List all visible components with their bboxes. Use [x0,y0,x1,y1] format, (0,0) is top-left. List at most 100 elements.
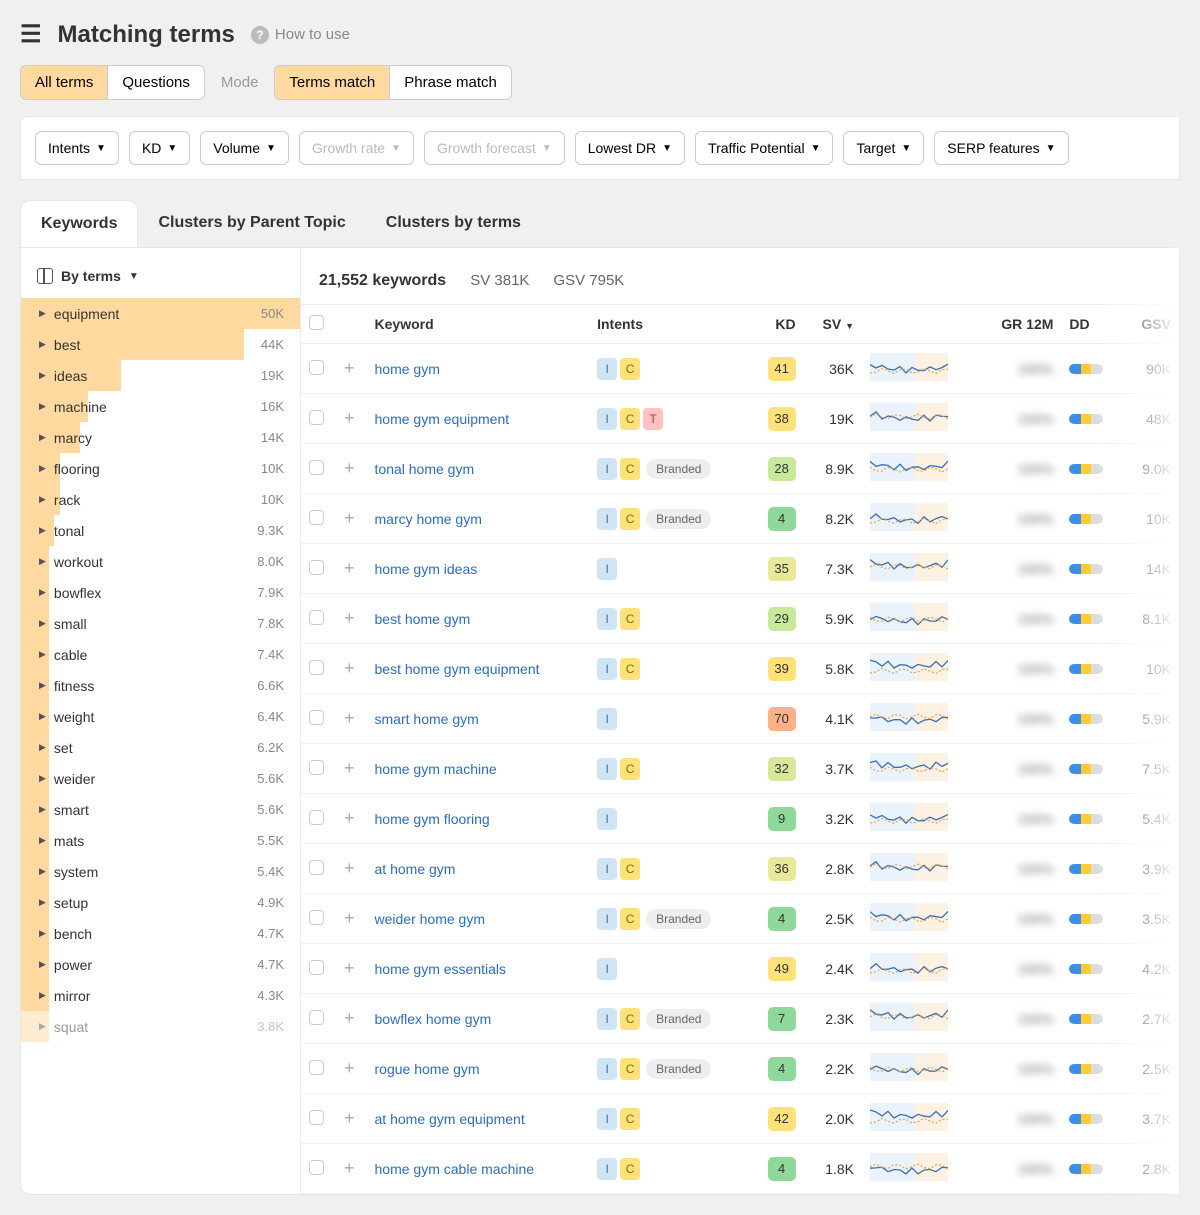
add-icon[interactable]: + [340,758,359,778]
filter-serp-features[interactable]: SERP features ▼ [934,131,1068,165]
filter-kd[interactable]: KD ▼ [129,131,190,165]
tab-clusters-by-terms[interactable]: Clusters by terms [366,200,541,247]
how-to-use-link[interactable]: ? How to use [251,26,350,44]
term-best[interactable]: ▶best44K [21,329,300,360]
keyword-link[interactable]: best home gym equipment [375,661,540,677]
row-checkbox[interactable] [309,660,324,675]
row-checkbox[interactable] [309,1010,324,1025]
add-icon[interactable]: + [340,458,359,478]
add-icon[interactable]: + [340,808,359,828]
term-fitness[interactable]: ▶fitness6.6K [21,670,300,701]
add-icon[interactable]: + [340,1158,359,1178]
phrase-match-tab[interactable]: Phrase match [390,66,511,99]
add-icon[interactable]: + [340,708,359,728]
filter-volume[interactable]: Volume ▼ [200,131,289,165]
row-checkbox[interactable] [309,1060,324,1075]
row-checkbox[interactable] [309,510,324,525]
row-checkbox[interactable] [309,560,324,575]
term-machine[interactable]: ▶machine16K [21,391,300,422]
add-icon[interactable]: + [340,1008,359,1028]
filter-target[interactable]: Target ▼ [843,131,924,165]
col-keyword[interactable]: Keyword [367,305,590,344]
menu-icon[interactable]: ☰ [20,20,42,49]
keyword-link[interactable]: weider home gym [375,911,486,927]
filter-growth-rate[interactable]: Growth rate ▼ [299,131,414,165]
add-icon[interactable]: + [340,858,359,878]
row-checkbox[interactable] [309,360,324,375]
keyword-link[interactable]: best home gym [375,611,471,627]
term-system[interactable]: ▶system5.4K [21,856,300,887]
questions-tab[interactable]: Questions [108,66,204,99]
term-ideas[interactable]: ▶ideas19K [21,360,300,391]
term-power[interactable]: ▶power4.7K [21,949,300,980]
row-checkbox[interactable] [309,810,324,825]
terms-match-tab[interactable]: Terms match [275,66,390,99]
keyword-link[interactable]: home gym cable machine [375,1161,535,1177]
term-tonal[interactable]: ▶tonal9.3K [21,515,300,546]
term-bowflex[interactable]: ▶bowflex7.9K [21,577,300,608]
filter-intents[interactable]: Intents ▼ [35,131,119,165]
term-mirror[interactable]: ▶mirror4.3K [21,980,300,1011]
keyword-link[interactable]: tonal home gym [375,461,475,477]
filter-traffic-potential[interactable]: Traffic Potential ▼ [695,131,833,165]
col-dd[interactable]: DD [1061,305,1122,344]
keyword-link[interactable]: smart home gym [375,711,479,727]
add-icon[interactable]: + [340,658,359,678]
keyword-link[interactable]: at home gym [375,861,456,877]
row-checkbox[interactable] [309,760,324,775]
add-icon[interactable]: + [340,1108,359,1128]
add-icon[interactable]: + [340,508,359,528]
term-rack[interactable]: ▶rack10K [21,484,300,515]
keyword-link[interactable]: home gym [375,361,440,377]
term-weight[interactable]: ▶weight6.4K [21,701,300,732]
term-weider[interactable]: ▶weider5.6K [21,763,300,794]
add-icon[interactable]: + [340,358,359,378]
row-checkbox[interactable] [309,910,324,925]
keyword-link[interactable]: home gym equipment [375,411,510,427]
row-checkbox[interactable] [309,460,324,475]
row-checkbox[interactable] [309,710,324,725]
col-kd[interactable]: KD [749,305,803,344]
keyword-link[interactable]: home gym essentials [375,961,507,977]
col-intents[interactable]: Intents [589,305,749,344]
term-mats[interactable]: ▶mats5.5K [21,825,300,856]
term-small[interactable]: ▶small7.8K [21,608,300,639]
term-flooring[interactable]: ▶flooring10K [21,453,300,484]
term-equipment[interactable]: ▶equipment50K [21,298,300,329]
add-icon[interactable]: + [340,908,359,928]
term-cable[interactable]: ▶cable7.4K [21,639,300,670]
row-checkbox[interactable] [309,610,324,625]
keyword-link[interactable]: home gym ideas [375,561,478,577]
keyword-link[interactable]: bowflex home gym [375,1011,492,1027]
term-bench[interactable]: ▶bench4.7K [21,918,300,949]
row-checkbox[interactable] [309,1110,324,1125]
col-sv[interactable]: SV ▼ [804,305,862,344]
row-checkbox[interactable] [309,410,324,425]
term-setup[interactable]: ▶setup4.9K [21,887,300,918]
add-icon[interactable]: + [340,408,359,428]
keyword-link[interactable]: rogue home gym [375,1061,480,1077]
row-checkbox[interactable] [309,860,324,875]
keyword-link[interactable]: marcy home gym [375,511,482,527]
col-gr12m[interactable]: GR 12M [978,305,1062,344]
term-workout[interactable]: ▶workout8.0K [21,546,300,577]
tab-clusters-by-parent-topic[interactable]: Clusters by Parent Topic [138,200,365,247]
tab-keywords[interactable]: Keywords [20,200,138,247]
add-icon[interactable]: + [340,608,359,628]
term-set[interactable]: ▶set6.2K [21,732,300,763]
term-squat[interactable]: ▶squat3.8K [21,1011,300,1042]
add-icon[interactable]: + [340,1058,359,1078]
term-smart[interactable]: ▶smart5.6K [21,794,300,825]
add-icon[interactable]: + [340,558,359,578]
row-checkbox[interactable] [309,960,324,975]
filter-growth-forecast[interactable]: Growth forecast ▼ [424,131,565,165]
keyword-link[interactable]: at home gym equipment [375,1111,525,1127]
term-marcy[interactable]: ▶marcy14K [21,422,300,453]
all-terms-tab[interactable]: All terms [21,66,108,99]
select-all-checkbox[interactable] [309,315,324,330]
keyword-link[interactable]: home gym flooring [375,811,490,827]
add-icon[interactable]: + [340,958,359,978]
col-gsv[interactable]: GSV [1123,305,1179,344]
keyword-link[interactable]: home gym machine [375,761,497,777]
by-terms-dropdown[interactable]: By terms ▼ [21,262,300,298]
